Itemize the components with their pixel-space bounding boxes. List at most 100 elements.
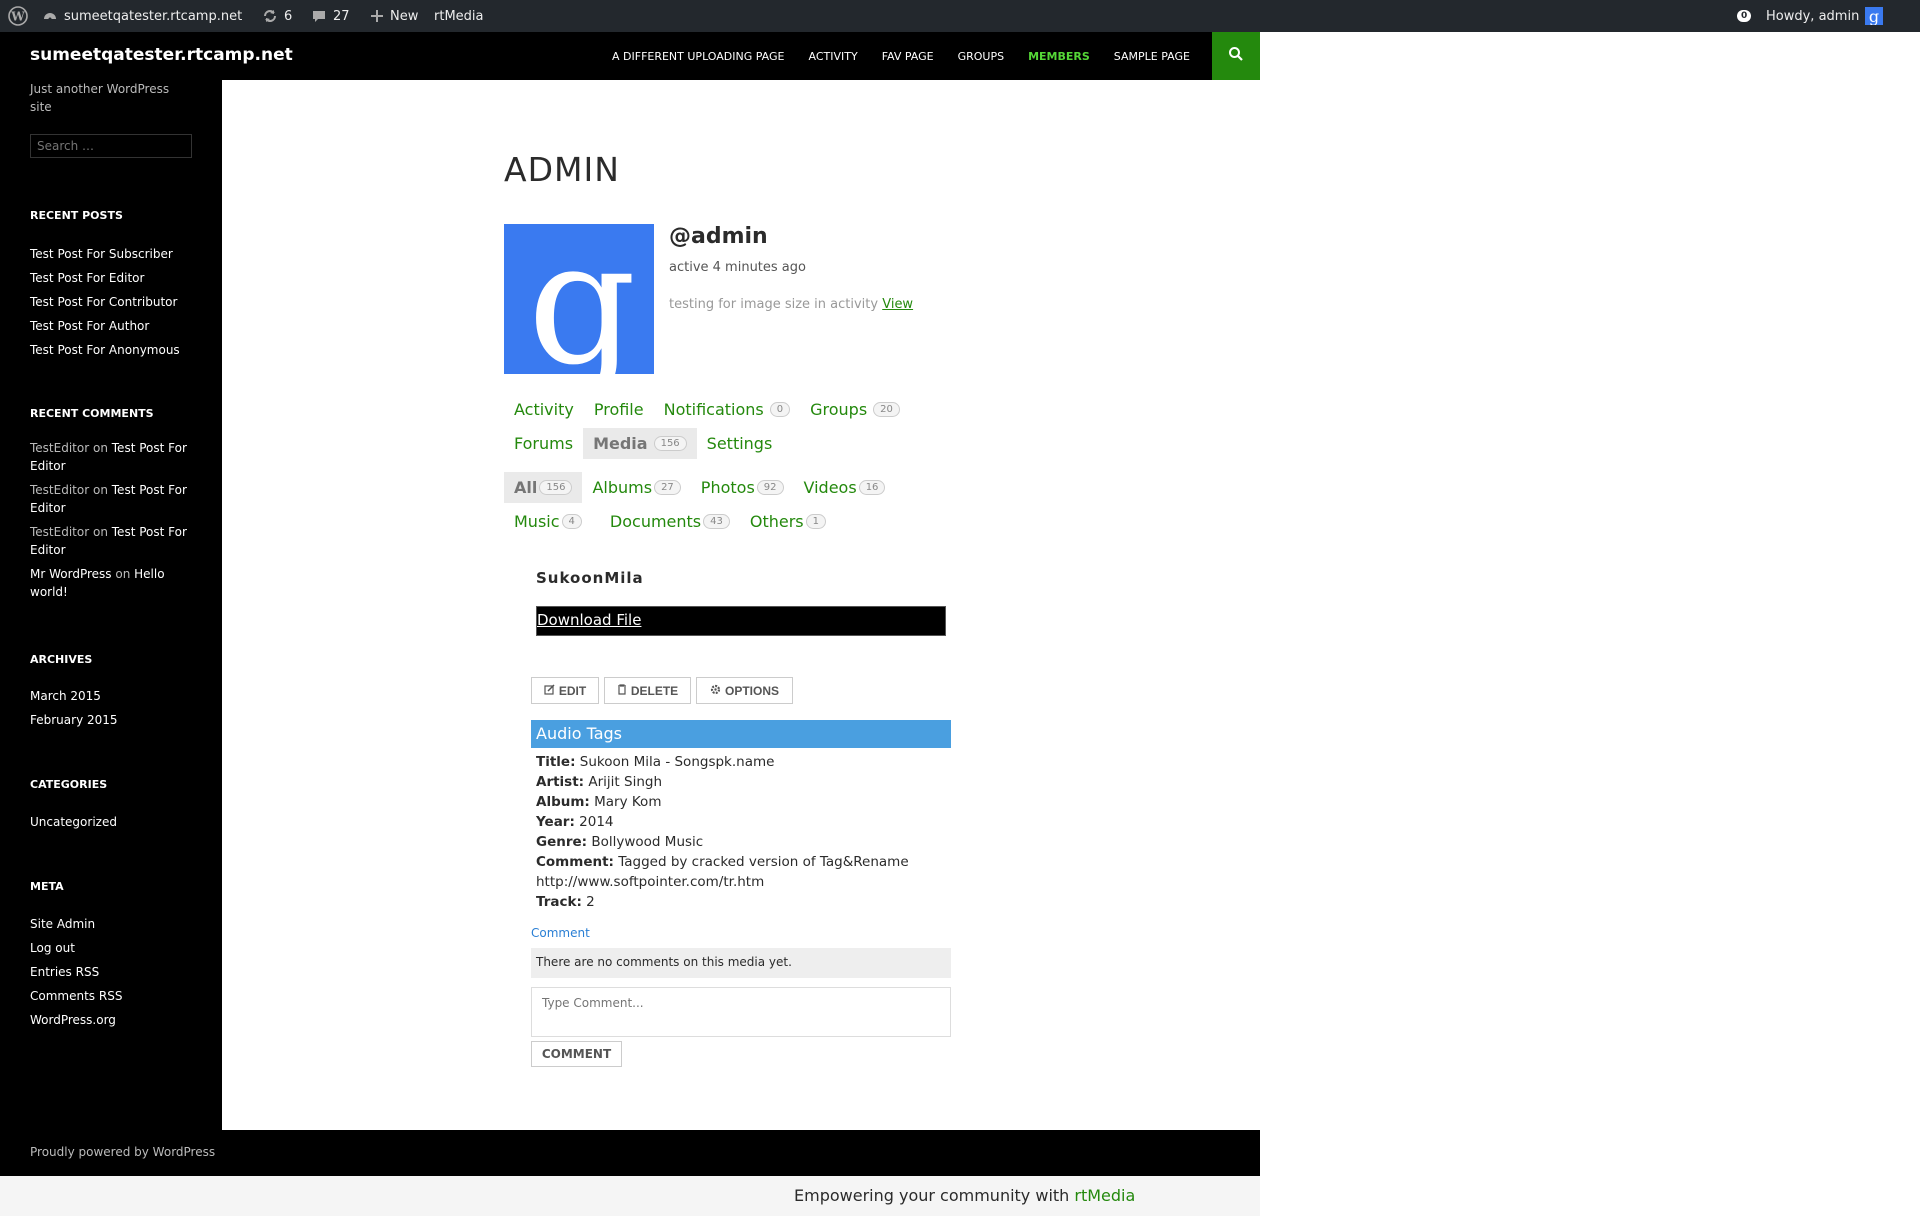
last-active-text: active 4 minutes ago — [669, 260, 806, 275]
subtab-label: All — [514, 478, 538, 497]
subtab-count: 156 — [539, 480, 573, 495]
recent-comment: Mr WordPress on Hello world! — [30, 565, 190, 601]
subtab-count: 43 — [703, 514, 730, 529]
site-name-link[interactable]: sumeetqatester.rtcamp.net — [42, 0, 242, 32]
meta-link-entries-rss[interactable]: Entries RSS — [30, 960, 122, 984]
rtmedia-footer-text: Empowering your community with rtMedia — [794, 1186, 1135, 1205]
new-content-link[interactable]: New — [370, 0, 418, 32]
tab-forums[interactable]: Forums — [504, 428, 583, 459]
audio-tag-row: Artist: Arijit Singh — [536, 772, 956, 792]
archive-link[interactable]: March 2015 — [30, 684, 118, 708]
site-title[interactable]: sumeetqatester.rtcamp.net — [30, 45, 293, 65]
latest-status: testing for image size in activity View — [669, 297, 913, 312]
audio-tags-list: Title: Sukoon Mila - Songspk.name Artist… — [536, 752, 956, 912]
tab-label: Groups — [810, 400, 868, 419]
tab-notifications[interactable]: Notifications 0 — [654, 394, 801, 425]
updates-link[interactable]: 6 — [262, 0, 292, 32]
subtab-others[interactable]: Others 1 — [740, 506, 836, 537]
recent-post-link[interactable]: Test Post For Contributor — [30, 290, 180, 314]
subtab-videos[interactable]: Videos 16 — [794, 472, 896, 503]
meta-link-comments-rss[interactable]: Comments RSS — [30, 984, 122, 1008]
meta-link-wordpress-org[interactable]: WordPress.org — [30, 1008, 122, 1032]
search-toggle-button[interactable] — [1212, 32, 1260, 80]
tag-label: Artist: — [536, 774, 585, 790]
powered-by-link[interactable]: Proudly powered by WordPress — [30, 1145, 215, 1159]
tab-media[interactable]: Media 156 — [583, 428, 697, 459]
nav-groups[interactable]: GROUPS — [958, 50, 1005, 63]
recent-comment: TestEditor on Test Post For Editor — [30, 523, 190, 559]
comment-link[interactable]: Comment — [531, 926, 590, 940]
updates-count: 6 — [284, 8, 293, 24]
tab-label: Media — [593, 434, 648, 453]
recent-post-link[interactable]: Test Post For Subscriber — [30, 242, 180, 266]
tab-profile[interactable]: Profile — [584, 394, 654, 425]
download-file-link[interactable]: Download File — [537, 611, 641, 629]
recent-post-link[interactable]: Test Post For Author — [30, 314, 180, 338]
categories-list: Uncategorized — [30, 810, 117, 834]
category-link[interactable]: Uncategorized — [30, 810, 117, 834]
recent-comment: TestEditor on Test Post For Editor — [30, 439, 190, 475]
nav-fav-page[interactable]: FAV PAGE — [882, 50, 934, 63]
rtmedia-brand-link[interactable]: rtMedia — [1074, 1186, 1135, 1205]
comment-on-text: on — [92, 525, 108, 539]
tab-activity[interactable]: Activity — [504, 394, 584, 425]
tag-value: Sukoon Mila - Songspk.name — [579, 754, 775, 770]
notifications-badge[interactable]: 0 — [1737, 0, 1752, 32]
subtab-count: 27 — [654, 480, 681, 495]
tag-value: Bollywood Music — [591, 834, 704, 850]
comments-link[interactable]: 27 — [311, 0, 350, 32]
subtab-photos[interactable]: Photos 92 — [691, 472, 794, 503]
howdy-label: Howdy, admin — [1766, 8, 1860, 24]
tag-label: Comment: — [536, 854, 614, 870]
recent-post-link[interactable]: Test Post For Editor — [30, 266, 180, 290]
delete-button[interactable]: DELETE — [604, 677, 691, 704]
options-label: OPTIONS — [724, 683, 779, 698]
admin-bar: W sumeetqatester.rtcamp.net 6 27 New rtM… — [0, 0, 1920, 32]
subtab-label: Albums — [592, 478, 653, 497]
comment-author[interactable]: TestEditor — [30, 525, 89, 539]
nav-different-uploading-page[interactable]: A DIFFERENT UPLOADING PAGE — [612, 50, 785, 63]
meta-link-log-out[interactable]: Log out — [30, 936, 122, 960]
site-description: Just another WordPress site — [30, 82, 170, 114]
audio-tag-row: Year: 2014 — [536, 812, 956, 832]
options-button[interactable]: OPTIONS — [696, 677, 793, 704]
comment-submit-button[interactable]: COMMENT — [531, 1041, 622, 1067]
tab-groups[interactable]: Groups 20 — [800, 394, 910, 425]
wordpress-logo-icon[interactable]: W — [8, 0, 28, 32]
subtab-music[interactable]: Music 4 — [504, 506, 592, 537]
comment-author[interactable]: Mr WordPress — [30, 567, 112, 581]
tag-value: 2 — [586, 894, 595, 910]
subtab-all[interactable]: All 156 — [504, 472, 583, 503]
subtab-label: Documents — [609, 512, 702, 531]
nav-activity[interactable]: ACTIVITY — [809, 50, 858, 63]
account-menu[interactable]: Howdy, admin g — [1766, 0, 1884, 32]
nav-sample-page[interactable]: SAMPLE PAGE — [1114, 50, 1190, 63]
recent-post-link[interactable]: Test Post For Anonymous — [30, 338, 180, 362]
media-subtabs-row-1: All 156 Albums 27 Photos 92 Videos 16 — [504, 472, 895, 503]
audio-tag-row: Genre: Bollywood Music — [536, 832, 956, 852]
edit-button[interactable]: EDIT — [531, 677, 599, 704]
recent-posts-heading: RECENT POSTS — [30, 209, 123, 222]
plus-icon — [370, 9, 384, 23]
sidebar-search-input[interactable] — [30, 134, 192, 158]
profile-avatar[interactable]: g — [504, 224, 654, 374]
subtab-label: Photos — [700, 478, 755, 497]
comment-author[interactable]: TestEditor — [30, 483, 89, 497]
comment-input[interactable] — [531, 987, 951, 1037]
tag-value: Mary Kom — [594, 794, 662, 810]
comment-author[interactable]: TestEditor — [30, 441, 89, 455]
audio-tags-header: Audio Tags — [531, 720, 951, 748]
media-subtabs-row-2: Music 4 Documents 43 Others 1 — [504, 506, 836, 537]
meta-link-site-admin[interactable]: Site Admin — [30, 912, 122, 936]
nav-members[interactable]: MEMBERS — [1028, 50, 1090, 63]
tab-label: Notifications — [663, 400, 764, 419]
subtab-albums[interactable]: Albums 27 — [582, 472, 690, 503]
primary-nav: A DIFFERENT UPLOADING PAGE ACTIVITY FAV … — [600, 32, 1202, 80]
rtmedia-menu[interactable]: rtMedia — [434, 0, 484, 32]
tab-settings[interactable]: Settings — [697, 428, 783, 459]
comment-on-text: on — [92, 483, 108, 497]
archive-link[interactable]: February 2015 — [30, 708, 118, 732]
svg-text:g: g — [1869, 7, 1879, 25]
status-view-link[interactable]: View — [882, 297, 913, 312]
subtab-documents[interactable]: Documents 43 — [600, 506, 740, 537]
